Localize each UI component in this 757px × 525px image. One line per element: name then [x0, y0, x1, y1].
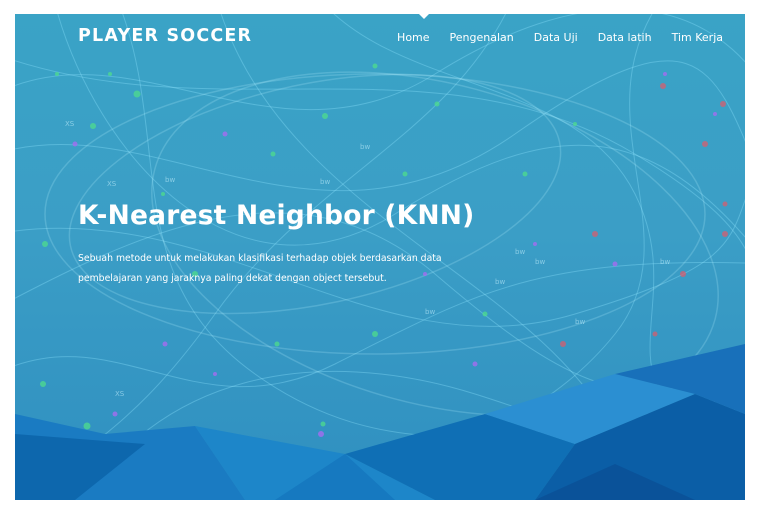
nav-tim-kerja[interactable]: Tim Kerja: [672, 31, 723, 44]
svg-text:bw: bw: [535, 258, 545, 266]
nav-active-indicator: [419, 14, 429, 19]
hero-section: XS XS bw bw bw bw bw bw XS bw bw bw PLAYER SOCCE…: [15, 14, 745, 500]
nav-home[interactable]: Home: [397, 31, 429, 44]
site-logo[interactable]: PLAYER SOCCER: [78, 26, 252, 46]
hero-description: Sebuah metode untuk melakukan klasifikas…: [78, 253, 442, 284]
svg-text:bw: bw: [360, 143, 370, 151]
svg-text:XS: XS: [65, 120, 75, 128]
svg-text:XS: XS: [115, 390, 125, 398]
main-nav: Home Pengenalan Data Uji Data latih Tim …: [397, 31, 723, 44]
svg-text:XS: XS: [107, 180, 117, 188]
svg-text:bw: bw: [660, 258, 670, 266]
svg-text:bw: bw: [575, 318, 585, 326]
svg-text:bw: bw: [425, 308, 435, 316]
hero-title: K-Nearest Neighbor (KNN): [78, 200, 475, 231]
svg-text:bw: bw: [515, 248, 525, 256]
svg-text:bw: bw: [320, 178, 330, 186]
nav-pengenalan[interactable]: Pengenalan: [450, 31, 514, 44]
nav-data-latih[interactable]: Data latih: [598, 31, 652, 44]
svg-text:bw: bw: [495, 278, 505, 286]
svg-text:bw: bw: [165, 176, 175, 184]
nav-data-uji[interactable]: Data Uji: [534, 31, 578, 44]
